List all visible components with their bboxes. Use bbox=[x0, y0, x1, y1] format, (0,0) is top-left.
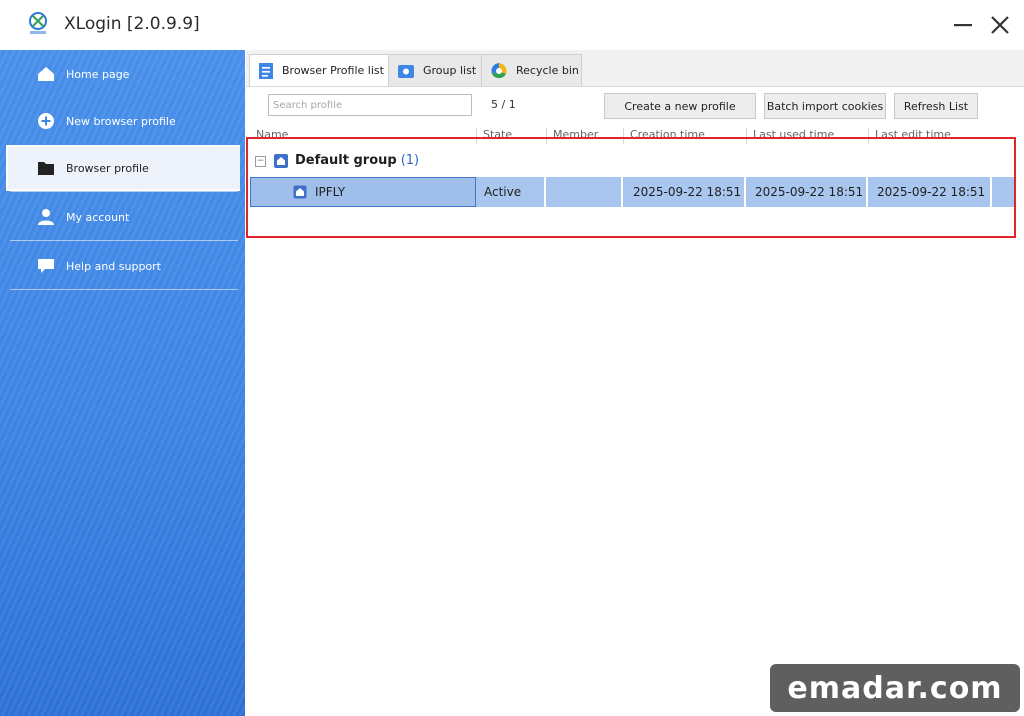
group-icon bbox=[397, 63, 415, 79]
sidebar-item-label: Browser profile bbox=[66, 161, 149, 175]
sidebar-item-browser-profile[interactable]: Browser profile bbox=[6, 145, 240, 191]
column-header-state[interactable]: State bbox=[476, 128, 546, 144]
column-header-member[interactable]: Member bbox=[546, 128, 623, 144]
close-icon bbox=[991, 16, 1009, 34]
list-icon bbox=[258, 62, 274, 80]
column-header-last-edit-time[interactable]: Last edit time bbox=[868, 128, 992, 144]
plus-circle-icon bbox=[36, 112, 56, 130]
home-icon bbox=[36, 65, 56, 83]
group-count: (1) bbox=[400, 153, 420, 168]
title-bar: XLogin [2.0.9.9] bbox=[0, 0, 1024, 50]
tab-browser-profile-list[interactable]: Browser Profile list bbox=[249, 54, 389, 86]
sidebar-item-help-and-support[interactable]: Help and support bbox=[8, 243, 238, 289]
recycle-icon bbox=[490, 62, 508, 80]
minimize-icon bbox=[954, 24, 972, 27]
sidebar-item-new-browser-profile[interactable]: New browser profile bbox=[8, 98, 238, 144]
main-content: Browser Profile list Group list Recycle … bbox=[246, 50, 1024, 716]
minimize-button[interactable] bbox=[948, 10, 978, 40]
sidebar-divider bbox=[10, 240, 238, 241]
batch-import-cookies-button[interactable]: Batch import cookies bbox=[764, 93, 886, 119]
tab-label: Group list bbox=[423, 64, 477, 77]
column-header-last-used-time[interactable]: Last used time bbox=[746, 128, 868, 144]
search-input[interactable] bbox=[268, 94, 472, 116]
tab-recycle-bin[interactable]: Recycle bin bbox=[481, 54, 582, 86]
tab-label: Browser Profile list bbox=[282, 64, 384, 77]
table-header: Name State Member Creation time Last use… bbox=[246, 128, 1024, 144]
xlogin-logo-icon bbox=[26, 10, 50, 36]
create-profile-button[interactable]: Create a new profile bbox=[604, 93, 756, 119]
group-folder-icon bbox=[273, 153, 289, 173]
column-header-name[interactable]: Name bbox=[250, 128, 476, 144]
profile-icon bbox=[293, 185, 307, 199]
watermark: emadar.com bbox=[770, 664, 1020, 712]
sidebar-item-label: Home page bbox=[66, 67, 130, 81]
page-indicator: 5 / 1 bbox=[491, 98, 516, 111]
folder-icon bbox=[36, 159, 56, 177]
group-row[interactable]: − Default group (1) bbox=[246, 150, 1024, 174]
sidebar-divider bbox=[10, 289, 238, 290]
column-header-creation-time[interactable]: Creation time bbox=[623, 128, 746, 144]
sidebar-divider bbox=[10, 191, 238, 192]
toolbar: 5 / 1 Create a new profile Batch import … bbox=[246, 86, 1024, 126]
tab-group-list[interactable]: Group list bbox=[388, 54, 482, 86]
sidebar-item-home-page[interactable]: Home page bbox=[8, 51, 238, 97]
collapse-toggle[interactable]: − bbox=[255, 156, 266, 167]
group-name: Default group (1) bbox=[295, 153, 419, 168]
sidebar-item-label: Help and support bbox=[66, 259, 161, 273]
user-icon bbox=[36, 208, 56, 226]
profile-name: IPFLY bbox=[315, 185, 346, 199]
tab-bar: Browser Profile list Group list Recycle … bbox=[246, 50, 1024, 87]
profile-extra-cell bbox=[992, 177, 1018, 207]
chat-icon bbox=[36, 257, 56, 275]
profile-creation-time-cell: 2025-09-22 18:51 bbox=[623, 177, 746, 207]
profile-last-used-time-cell: 2025-09-22 18:51 bbox=[746, 177, 868, 207]
refresh-list-button[interactable]: Refresh List bbox=[894, 93, 978, 119]
table-row[interactable]: IPFLY Active 2025-09-22 18:51 2025-09-22… bbox=[250, 177, 1018, 207]
sidebar-item-my-account[interactable]: My account bbox=[8, 194, 238, 240]
close-button[interactable] bbox=[985, 10, 1015, 40]
profile-last-edit-time-cell: 2025-09-22 18:51 bbox=[868, 177, 992, 207]
window-title: XLogin [2.0.9.9] bbox=[64, 14, 200, 34]
profile-member-cell bbox=[546, 177, 623, 207]
sidebar: Home page New browser profile Browser pr… bbox=[0, 50, 245, 716]
profile-state-cell: Active bbox=[476, 177, 546, 207]
group-name-text: Default group bbox=[295, 153, 397, 168]
tab-label: Recycle bin bbox=[516, 64, 579, 77]
sidebar-item-label: My account bbox=[66, 210, 130, 224]
sidebar-item-label: New browser profile bbox=[66, 114, 176, 128]
profile-name-cell[interactable]: IPFLY bbox=[250, 177, 476, 207]
